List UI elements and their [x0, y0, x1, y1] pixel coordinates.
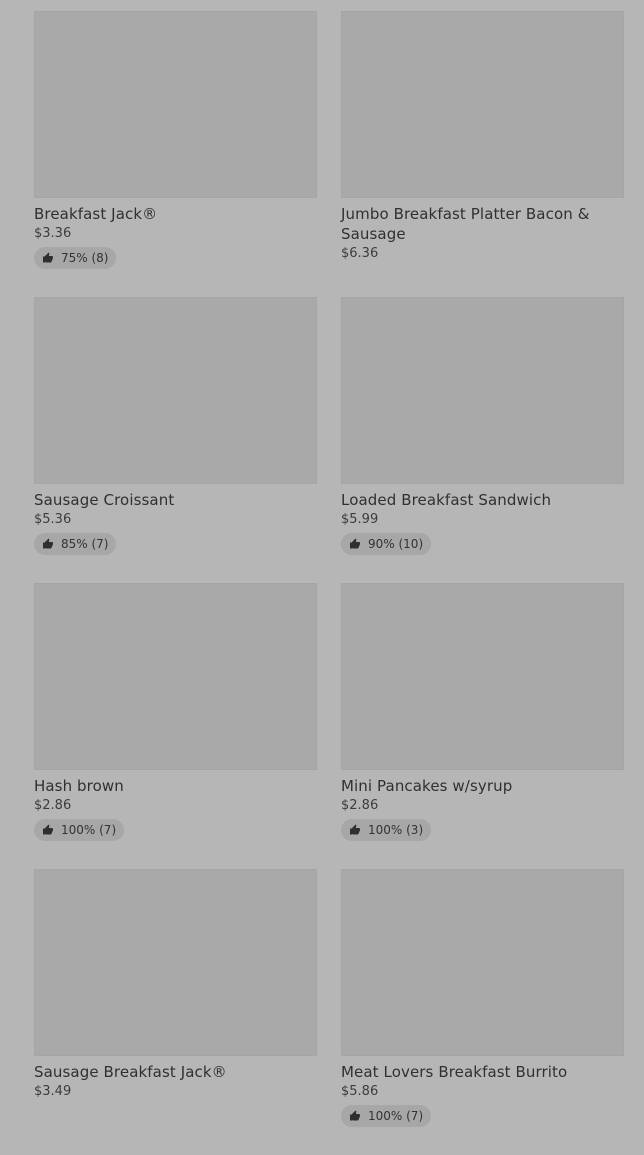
rating-badge: 75% (8) [34, 247, 117, 269]
menu-item-card[interactable]: Sausage Breakfast Jack® $3.49 [34, 869, 317, 1155]
rating-text: 85% (7) [61, 537, 109, 551]
rating-text: 100% (7) [61, 823, 117, 837]
menu-item-card[interactable]: Jumbo Breakfast Platter Bacon & Sausage … [341, 11, 624, 297]
menu-item-price: $5.86 [341, 1084, 379, 1099]
rating-text: 100% (7) [368, 1109, 424, 1123]
rating-badge: 100% (7) [34, 819, 125, 841]
menu-item-price: $5.99 [341, 512, 379, 527]
menu-item-name[interactable]: Sausage Croissant [34, 490, 317, 510]
thumbs-up-icon [349, 824, 361, 836]
menu-item-card[interactable]: Hash brown $2.86 100% (7) [34, 583, 317, 869]
menu-item-image[interactable] [341, 11, 624, 198]
menu-item-image[interactable] [34, 11, 317, 198]
menu-item-price: $5.36 [34, 512, 72, 527]
rating-text: 75% (8) [61, 251, 109, 265]
menu-item-card[interactable]: Sausage Croissant $5.36 85% (7) [34, 297, 317, 583]
menu-item-name[interactable]: Meat Lovers Breakfast Burrito [341, 1062, 624, 1082]
menu-item-image[interactable] [34, 869, 317, 1056]
menu-item-card[interactable]: Mini Pancakes w/syrup $2.86 100% (3) [341, 583, 624, 869]
menu-item-name[interactable]: Mini Pancakes w/syrup [341, 776, 624, 796]
menu-item-image[interactable] [34, 297, 317, 484]
menu-item-price: $2.86 [34, 798, 72, 813]
menu-item-price: $6.36 [341, 246, 379, 261]
menu-item-grid: Breakfast Jack® $3.36 75% (8) Jumbo Brea… [34, 11, 624, 1155]
thumbs-up-icon [349, 538, 361, 550]
menu-item-card[interactable]: Loaded Breakfast Sandwich $5.99 90% (10) [341, 297, 624, 583]
menu-item-name[interactable]: Breakfast Jack® [34, 204, 317, 224]
menu-item-image[interactable] [341, 297, 624, 484]
thumbs-up-icon [42, 252, 54, 264]
thumbs-up-icon [349, 1110, 361, 1122]
menu-item-image[interactable] [341, 869, 624, 1056]
rating-badge: 90% (10) [341, 533, 432, 555]
menu-item-name[interactable]: Sausage Breakfast Jack® [34, 1062, 317, 1082]
thumbs-up-icon [42, 538, 54, 550]
rating-badge: 100% (3) [341, 819, 432, 841]
menu-item-name[interactable]: Hash brown [34, 776, 317, 796]
rating-text: 100% (3) [368, 823, 424, 837]
thumbs-up-icon [42, 824, 54, 836]
menu-item-name[interactable]: Loaded Breakfast Sandwich [341, 490, 624, 510]
menu-item-image[interactable] [341, 583, 624, 770]
menu-item-card[interactable]: Meat Lovers Breakfast Burrito $5.86 100%… [341, 869, 624, 1155]
menu-item-price: $2.86 [341, 798, 379, 813]
menu-item-price: $3.36 [34, 226, 72, 241]
menu-item-name[interactable]: Jumbo Breakfast Platter Bacon & Sausage [341, 204, 624, 244]
menu-item-price: $3.49 [34, 1084, 72, 1099]
rating-text: 90% (10) [368, 537, 424, 551]
rating-badge: 100% (7) [341, 1105, 432, 1127]
menu-item-image[interactable] [34, 583, 317, 770]
menu-item-card[interactable]: Breakfast Jack® $3.36 75% (8) [34, 11, 317, 297]
rating-badge: 85% (7) [34, 533, 117, 555]
